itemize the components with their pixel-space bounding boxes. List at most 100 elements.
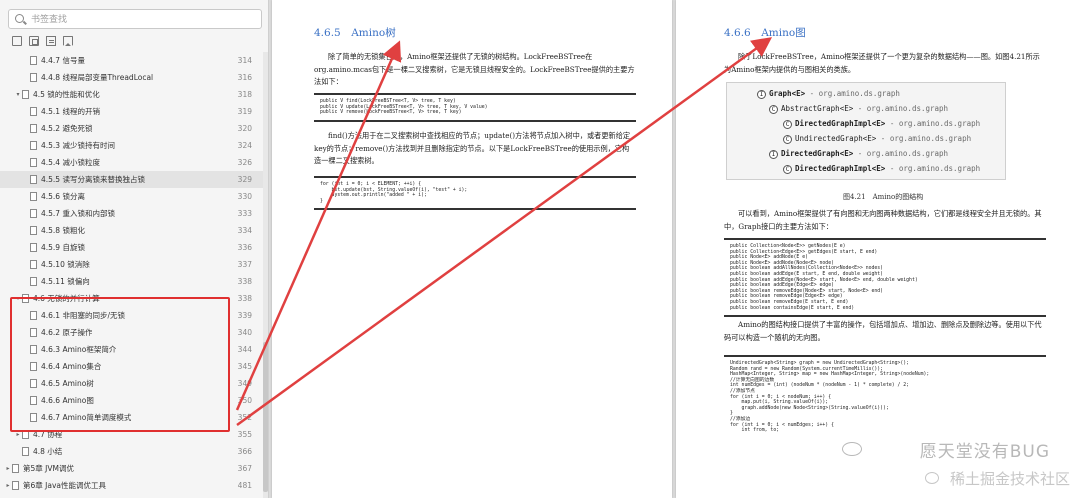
toc-item-label: 4.5.11 锁偏向 xyxy=(41,277,90,286)
toc-item-page-number: 326 xyxy=(237,158,252,167)
bookmark-sidebar: 4.4.7 信号量 314 4.4.8 线程局部变量ThreadLocal 316 ▾ 4… xyxy=(0,0,269,498)
tree-node-package: - org.amino.ds.graph xyxy=(805,89,900,98)
toc-item-label: 4.6.1 非阻塞的同步/无锁 xyxy=(41,311,125,320)
toc-item-page-number: 316 xyxy=(237,73,252,82)
sidebar-toolbar xyxy=(12,36,73,50)
toc-item[interactable]: 4.6.3 Amino框架简介 344 xyxy=(0,341,264,358)
expand-all-icon[interactable] xyxy=(12,36,22,46)
collapse-all-icon[interactable] xyxy=(29,36,39,46)
paragraph: 可以看到，Amino框架提供了有向图和无向图两种数据结构，它们都是线程安全并且无… xyxy=(724,209,1042,231)
toc-item-page-number: 333 xyxy=(237,209,252,218)
toc-item[interactable]: ▾ 4.6 无锁的并行计算 338 xyxy=(0,290,264,307)
toc-item-page-number: 338 xyxy=(237,294,252,303)
page-icon xyxy=(30,362,37,371)
chevron-right-icon[interactable]: ▸ xyxy=(4,465,12,472)
tree-node-name: DirectedGraphImpl<E> xyxy=(795,119,886,128)
figure-tree-node: C DirectedGraphImpl<E> - org.amino.ds.gra… xyxy=(783,164,980,174)
page-icon xyxy=(30,175,37,184)
class-icon: C xyxy=(783,134,792,144)
toc-item-label: 4.5.10 锁消除 xyxy=(41,260,90,269)
toc-item[interactable]: 4.5.4 减小锁粒度 326 xyxy=(0,154,264,171)
toc-item-label: 4.6.3 Amino框架简介 xyxy=(41,345,117,354)
page-icon xyxy=(30,311,37,320)
toc-item-label: 第6章 Java性能调优工具 xyxy=(23,481,106,490)
toc-item-label: 4.8 小结 xyxy=(33,447,63,456)
toc-item-label: 4.5.9 自旋锁 xyxy=(41,243,85,252)
chevron-down-icon[interactable]: ▾ xyxy=(14,295,22,302)
toc-item[interactable]: ▸ 4.7 协程 355 xyxy=(0,426,264,443)
sidebar-scrollbar[interactable] xyxy=(263,52,268,498)
tree-node-name: DirectedGraph<E> xyxy=(781,149,854,158)
page-icon xyxy=(30,396,37,405)
page-icon xyxy=(30,260,37,269)
toc-item[interactable]: 4.5.6 锁分离 330 xyxy=(0,188,264,205)
toc-item-page-number: 345 xyxy=(237,362,252,371)
paragraph: find()方法用于在二叉搜索树中查找相应的节点；update()方法将节点加入… xyxy=(314,131,631,165)
toc-item[interactable]: 4.5.5 读写分离锁来替换独占锁 329 xyxy=(0,171,264,188)
toc-item-page-number: 481 xyxy=(237,481,252,490)
code-text: public V find(LockFreeBSTree<T, V> tree,… xyxy=(320,99,488,116)
toc-item-label: 4.6.2 原子操作 xyxy=(41,328,93,337)
toc-item[interactable]: ▾ 4.5 锁的性能和优化 318 xyxy=(0,86,264,103)
brand-watermark: 稀土掘金技术社区 xyxy=(949,470,1070,488)
chevron-right-icon[interactable]: ▸ xyxy=(4,482,12,489)
toc-item-label: 4.6.4 Amino集合 xyxy=(41,362,102,371)
toc-item[interactable]: 4.5.8 锁粗化 334 xyxy=(0,222,264,239)
toc-item-page-number: 355 xyxy=(237,430,252,439)
page-icon xyxy=(22,90,29,99)
toc-item-page-number: 349 xyxy=(237,379,252,388)
toc-item-label: 第5章 JVM调优 xyxy=(23,464,74,473)
toc-item[interactable]: 4.5.3 减少锁持有时间 324 xyxy=(0,137,264,154)
toc-item[interactable]: 4.4.7 信号量 314 xyxy=(0,52,264,69)
toc-item-page-number: 340 xyxy=(237,328,252,337)
toc-item-label: 4.7 协程 xyxy=(33,430,63,439)
toc-item[interactable]: 4.4.8 线程局部变量ThreadLocal 316 xyxy=(0,69,264,86)
toc-item[interactable]: 4.5.11 锁偏向 338 xyxy=(0,273,264,290)
page-icon xyxy=(30,158,37,167)
sidebar-scroll-thumb[interactable] xyxy=(263,342,268,492)
chevron-right-icon[interactable]: ▸ xyxy=(14,431,22,438)
page-icon xyxy=(30,107,37,116)
toc-item[interactable]: 4.5.1 线程的开销 319 xyxy=(0,103,264,120)
toc-item-page-number: 318 xyxy=(237,90,252,99)
toc-item-label: 4.6 无锁的并行计算 xyxy=(33,294,100,303)
toc-item-label: 4.4.8 线程局部变量ThreadLocal xyxy=(41,73,154,82)
class-icon: C xyxy=(783,119,792,129)
toc-item-label: 4.5.2 避免死锁 xyxy=(41,124,93,133)
tree-node-name: AbstractGraph<E> xyxy=(781,104,854,113)
tree-node-package: - org.amino.ds.graph xyxy=(876,134,972,143)
interface-icon: I xyxy=(769,149,778,159)
class-icon: C xyxy=(769,104,778,114)
toc-item[interactable]: 4.5.10 锁消除 337 xyxy=(0,256,264,273)
toc-item-page-number: 352 xyxy=(237,413,252,422)
chevron-down-icon[interactable]: ▾ xyxy=(14,91,22,98)
toc-item[interactable]: 4.6.6 Amino图 350 xyxy=(0,392,264,409)
toc-item-label: 4.5.7 重入锁和内部锁 xyxy=(41,209,115,218)
toc-item[interactable]: 4.5.7 重入锁和内部锁 333 xyxy=(0,205,264,222)
toc-item[interactable]: 4.6.4 Amino集合 345 xyxy=(0,358,264,375)
page-icon xyxy=(30,379,37,388)
bookmark-search-box[interactable] xyxy=(8,9,262,29)
page-icon xyxy=(30,124,37,133)
code-block: public Collection<Node<E>> getNodes(E e)… xyxy=(724,238,1046,318)
bookmark-icon[interactable] xyxy=(63,36,73,46)
toc-item-page-number: 339 xyxy=(237,311,252,320)
bookmark-list-icon[interactable] xyxy=(46,36,56,46)
toc-item[interactable]: 4.8 小结 366 xyxy=(0,443,264,460)
toc-item[interactable]: ▸ 第5章 JVM调优 367 xyxy=(0,460,264,477)
toc-item[interactable]: 4.6.5 Amino树 349 xyxy=(0,375,264,392)
page-icon xyxy=(30,73,37,82)
section-title-amino-tree: 4.6.5 Amino树 xyxy=(314,27,396,39)
toc-item-page-number: 367 xyxy=(237,464,252,473)
toc-item-page-number: 366 xyxy=(237,447,252,456)
tree-node-package: - org.amino.ds.graph xyxy=(885,164,981,173)
toc-item[interactable]: 4.5.9 自旋锁 336 xyxy=(0,239,264,256)
toc-item[interactable]: ▸ 第6章 Java性能调优工具 481 xyxy=(0,477,264,494)
toc-item[interactable]: 4.6.1 非阻塞的同步/无锁 339 xyxy=(0,307,264,324)
toc-item[interactable]: 4.5.2 避免死锁 320 xyxy=(0,120,264,137)
toc-item[interactable]: 4.6.7 Amino简单调度模式 352 xyxy=(0,409,264,426)
bookmark-search-input[interactable] xyxy=(31,12,256,27)
toc-item-page-number: 336 xyxy=(237,243,252,252)
toc-item[interactable]: 4.6.2 原子操作 340 xyxy=(0,324,264,341)
toc-item-label: 4.5 锁的性能和优化 xyxy=(33,90,100,99)
